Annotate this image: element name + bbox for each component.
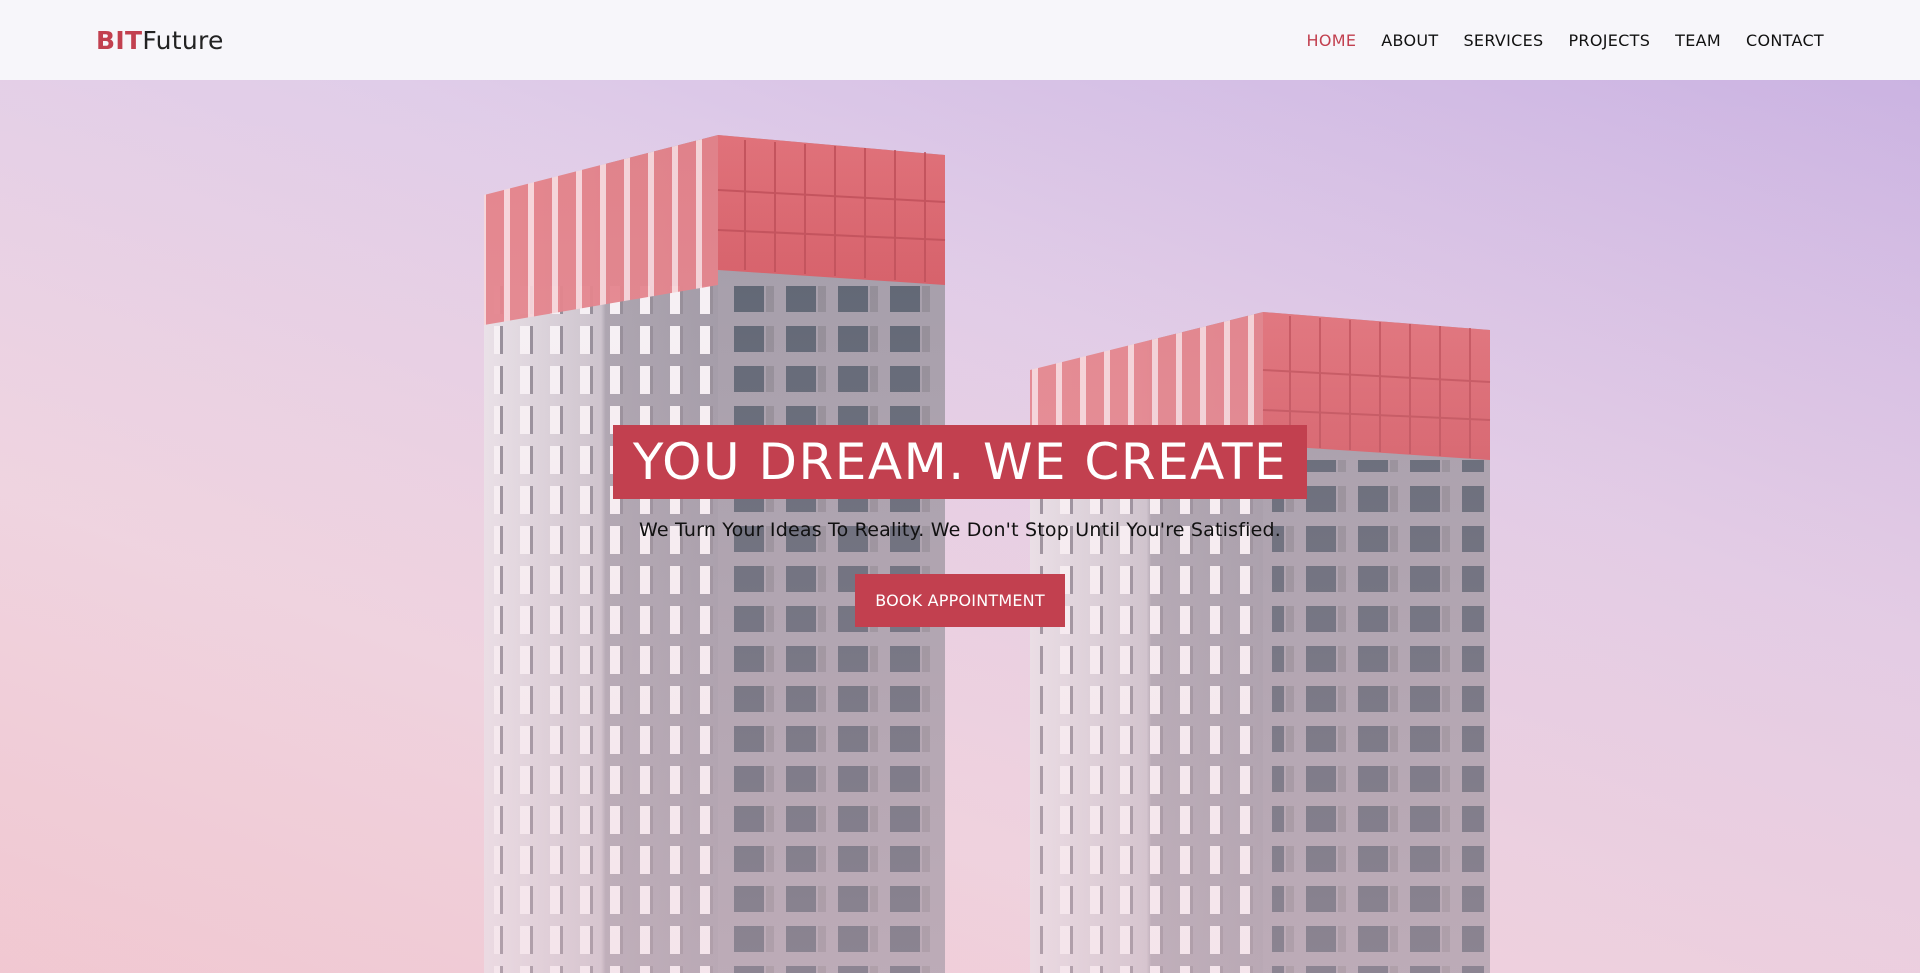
brand-logo-part1: BIT [96, 25, 143, 55]
hero-subline: We Turn Your Ideas To Reality. We Don't … [638, 519, 1282, 541]
nav-home[interactable]: HOME [1306, 25, 1356, 56]
navbar: BITFuture HOME ABOUT SERVICES PROJECTS T… [0, 0, 1920, 80]
brand-logo-part2: Future [142, 25, 224, 55]
hero-content: YOU DREAM. WE CREATE We Turn Your Ideas … [0, 425, 1920, 627]
nav-contact[interactable]: CONTACT [1746, 25, 1824, 56]
hero-section: YOU DREAM. WE CREATE We Turn Your Ideas … [0, 80, 1920, 973]
nav-projects[interactable]: PROJECTS [1568, 25, 1650, 56]
nav-team[interactable]: TEAM [1675, 25, 1721, 56]
nav-about[interactable]: ABOUT [1381, 25, 1438, 56]
hero-headline: YOU DREAM. WE CREATE [612, 425, 1308, 499]
book-appointment-button[interactable]: BOOK APPOINTMENT [855, 574, 1065, 627]
main-menu: HOME ABOUT SERVICES PROJECTS TEAM CONTAC… [1306, 25, 1824, 56]
brand-logo[interactable]: BITFuture [96, 26, 224, 55]
nav-services[interactable]: SERVICES [1463, 25, 1543, 56]
